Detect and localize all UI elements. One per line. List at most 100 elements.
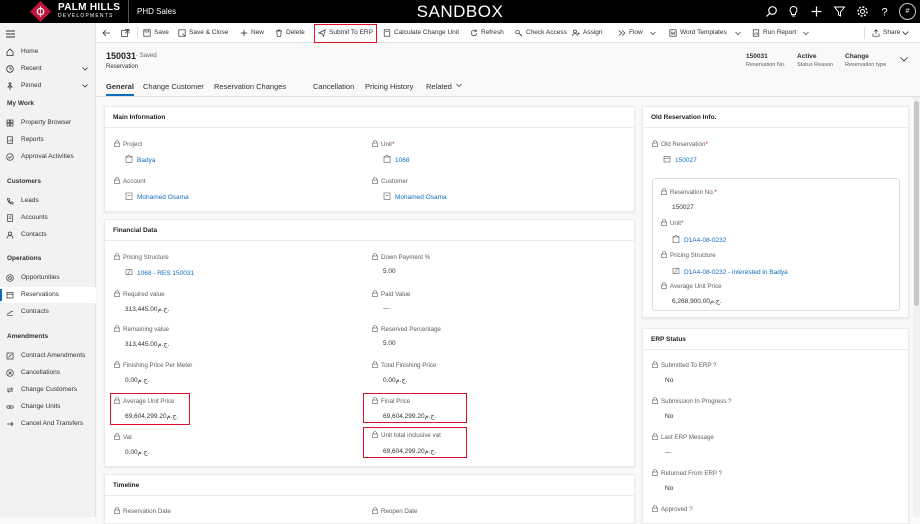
remaining-value: 313,445.00ج.م. <box>125 341 170 348</box>
lock-icon <box>372 290 378 297</box>
label-text: Required value <box>123 291 165 298</box>
filter-icon[interactable] <box>833 5 846 18</box>
lookup-value: 1068 - RES 150031 <box>137 270 195 277</box>
label-text: Paid Value <box>381 291 411 298</box>
sidebar-item-cancellations[interactable]: Cancellations <box>0 365 96 381</box>
reserved-percentage-label: Reserved Percentage <box>372 325 441 333</box>
tab-general[interactable]: General <box>106 82 134 96</box>
old-pricing-structure-label: Pricing Structure <box>661 251 716 259</box>
reopen-date-label: Reopen Date <box>372 507 417 515</box>
sidebar-item-label: Recent <box>21 65 42 72</box>
chevron-down-icon[interactable] <box>82 66 88 72</box>
tab-cancellation[interactable]: Cancellation <box>313 82 354 96</box>
sidebar: Home Recent Pinned My Work Property Brow… <box>0 23 96 517</box>
reservation-date-label: Reservation Date <box>114 507 171 515</box>
sidebar-group-title: Operations <box>7 255 42 262</box>
header-field-reservation-no: 150031 Reservation No. <box>746 53 785 68</box>
customer-lookup[interactable]: Mohamed Osama <box>383 192 447 201</box>
label-text: Reservation Date <box>123 508 171 515</box>
tab-related[interactable]: Related <box>426 82 462 96</box>
main-information-section: Main Information Project Badya Unit* 106… <box>104 106 635 212</box>
sidebar-item-change-units[interactable]: Change Units <box>0 399 96 415</box>
chevron-down-icon[interactable] <box>900 56 908 62</box>
new-label: New <box>251 29 265 36</box>
sidebar-item-label: Opportunities <box>21 274 60 281</box>
paid-value-label: Paid Value <box>372 290 410 298</box>
sidebar-item-label: Home <box>21 48 39 55</box>
unit-lookup[interactable]: 1068 <box>383 155 409 164</box>
pricing-structure-lookup[interactable]: 1068 - RES 150031 <box>125 268 194 277</box>
scrollbar-thumb[interactable] <box>914 101 919 306</box>
word-icon <box>669 29 677 37</box>
sidebar-item-reports[interactable]: Reports <box>0 132 96 148</box>
save-close-icon <box>178 29 186 37</box>
section-title: ERP Status <box>651 336 686 343</box>
chevron-down-icon[interactable] <box>82 83 88 89</box>
brand: PALM HILLS DEVELOPMENTS <box>58 3 120 19</box>
report-icon <box>752 29 760 37</box>
sidebar-item-contract-amendments[interactable]: Contract Amendments <box>0 348 96 364</box>
header-field-value: 150031 <box>746 53 768 60</box>
avatar[interactable]: # <box>899 3 916 20</box>
svg-text:?: ? <box>881 7 887 19</box>
sidebar-item-reservations[interactable]: Reservations <box>0 287 96 303</box>
lightbulb-icon[interactable] <box>787 5 800 18</box>
sidebar-item-accounts[interactable]: Accounts <box>0 210 96 226</box>
sidebar-item-approval-activities[interactable]: Approval Activities <box>0 149 96 165</box>
sidebar-item-change-customers[interactable]: Change Customers <box>0 382 96 398</box>
sidebar-item-property-browser[interactable]: Property Browser <box>0 115 96 131</box>
search-icon[interactable] <box>765 5 778 18</box>
popout-icon[interactable] <box>121 29 130 37</box>
sidebar-item-contracts[interactable]: Contracts <box>0 304 96 320</box>
customer-label: Customer <box>372 177 408 185</box>
lock-icon <box>652 397 658 404</box>
sidebar-item-pinned[interactable]: Pinned <box>0 78 96 94</box>
project-lookup[interactable]: Badya <box>125 155 155 164</box>
sidebar-item-label: Property Browser <box>21 119 72 126</box>
chevron-down-icon[interactable] <box>902 30 909 36</box>
help-icon[interactable]: ? <box>878 5 891 19</box>
lock-icon <box>114 433 120 440</box>
old-pricing-structure-lookup[interactable]: D1A4-08-0232 - interested in Badya <box>672 267 788 276</box>
word-templates-label: Word Templates <box>680 29 727 36</box>
scrollbar[interactable] <box>913 97 920 517</box>
check-icon <box>6 153 14 161</box>
label-text: Total Finishing Price <box>381 362 437 369</box>
sidebar-item-home[interactable]: Home <box>0 44 96 60</box>
label-text: Submitted To ERP ? <box>661 362 717 369</box>
app-name[interactable]: PHD Sales <box>128 0 176 23</box>
share-icon <box>872 29 880 37</box>
report-icon <box>7 136 13 144</box>
sidebar-item-label: Leads <box>21 197 39 204</box>
plus-icon[interactable] <box>810 5 823 18</box>
sidebar-item-cancel-and-transfers[interactable]: Cancel And Transfers <box>0 416 96 432</box>
down-payment-value: 5.00 <box>383 268 396 275</box>
trash-icon <box>276 29 282 37</box>
sidebar-item-label: Cancellations <box>21 369 61 376</box>
sidebar-item-label: Cancel And Transfers <box>21 420 84 427</box>
account-lookup[interactable]: Mohamed Osama <box>125 192 189 201</box>
old-reservation-quickview: Reservation No.* 150027 Unit* D1A4-08-02… <box>652 178 900 311</box>
label-text: Last ERP Message <box>661 434 714 441</box>
lookup-value: 1068 <box>395 157 410 164</box>
last-erp-message-value: --- <box>665 449 672 456</box>
lock-icon <box>114 361 120 368</box>
lock-icon <box>114 253 120 260</box>
gear-icon[interactable] <box>856 5 869 18</box>
tab-change-customer[interactable]: Change Customer <box>143 82 204 96</box>
sidebar-item-opportunities[interactable]: Opportunities <box>0 270 96 286</box>
sidebar-item-recent[interactable]: Recent <box>0 61 96 77</box>
back-icon[interactable] <box>102 29 111 37</box>
hamburger-icon[interactable] <box>6 30 15 38</box>
label-text: Average Unit Price <box>670 283 722 290</box>
pin-icon <box>7 82 13 90</box>
old-unit-lookup[interactable]: D1A4-08-0232 <box>672 235 726 244</box>
tab-reservation-changes[interactable]: Reservation Changes <box>214 82 286 96</box>
old-reservation-lookup[interactable]: 150027 <box>663 155 697 164</box>
sidebar-item-leads[interactable]: Leads <box>0 193 96 209</box>
grid-icon <box>6 119 14 127</box>
chevron-down-icon <box>456 83 462 87</box>
sidebar-item-contacts[interactable]: Contacts <box>0 227 96 243</box>
tab-pricing-history[interactable]: Pricing History <box>365 82 413 96</box>
required-marker: * <box>392 141 395 148</box>
